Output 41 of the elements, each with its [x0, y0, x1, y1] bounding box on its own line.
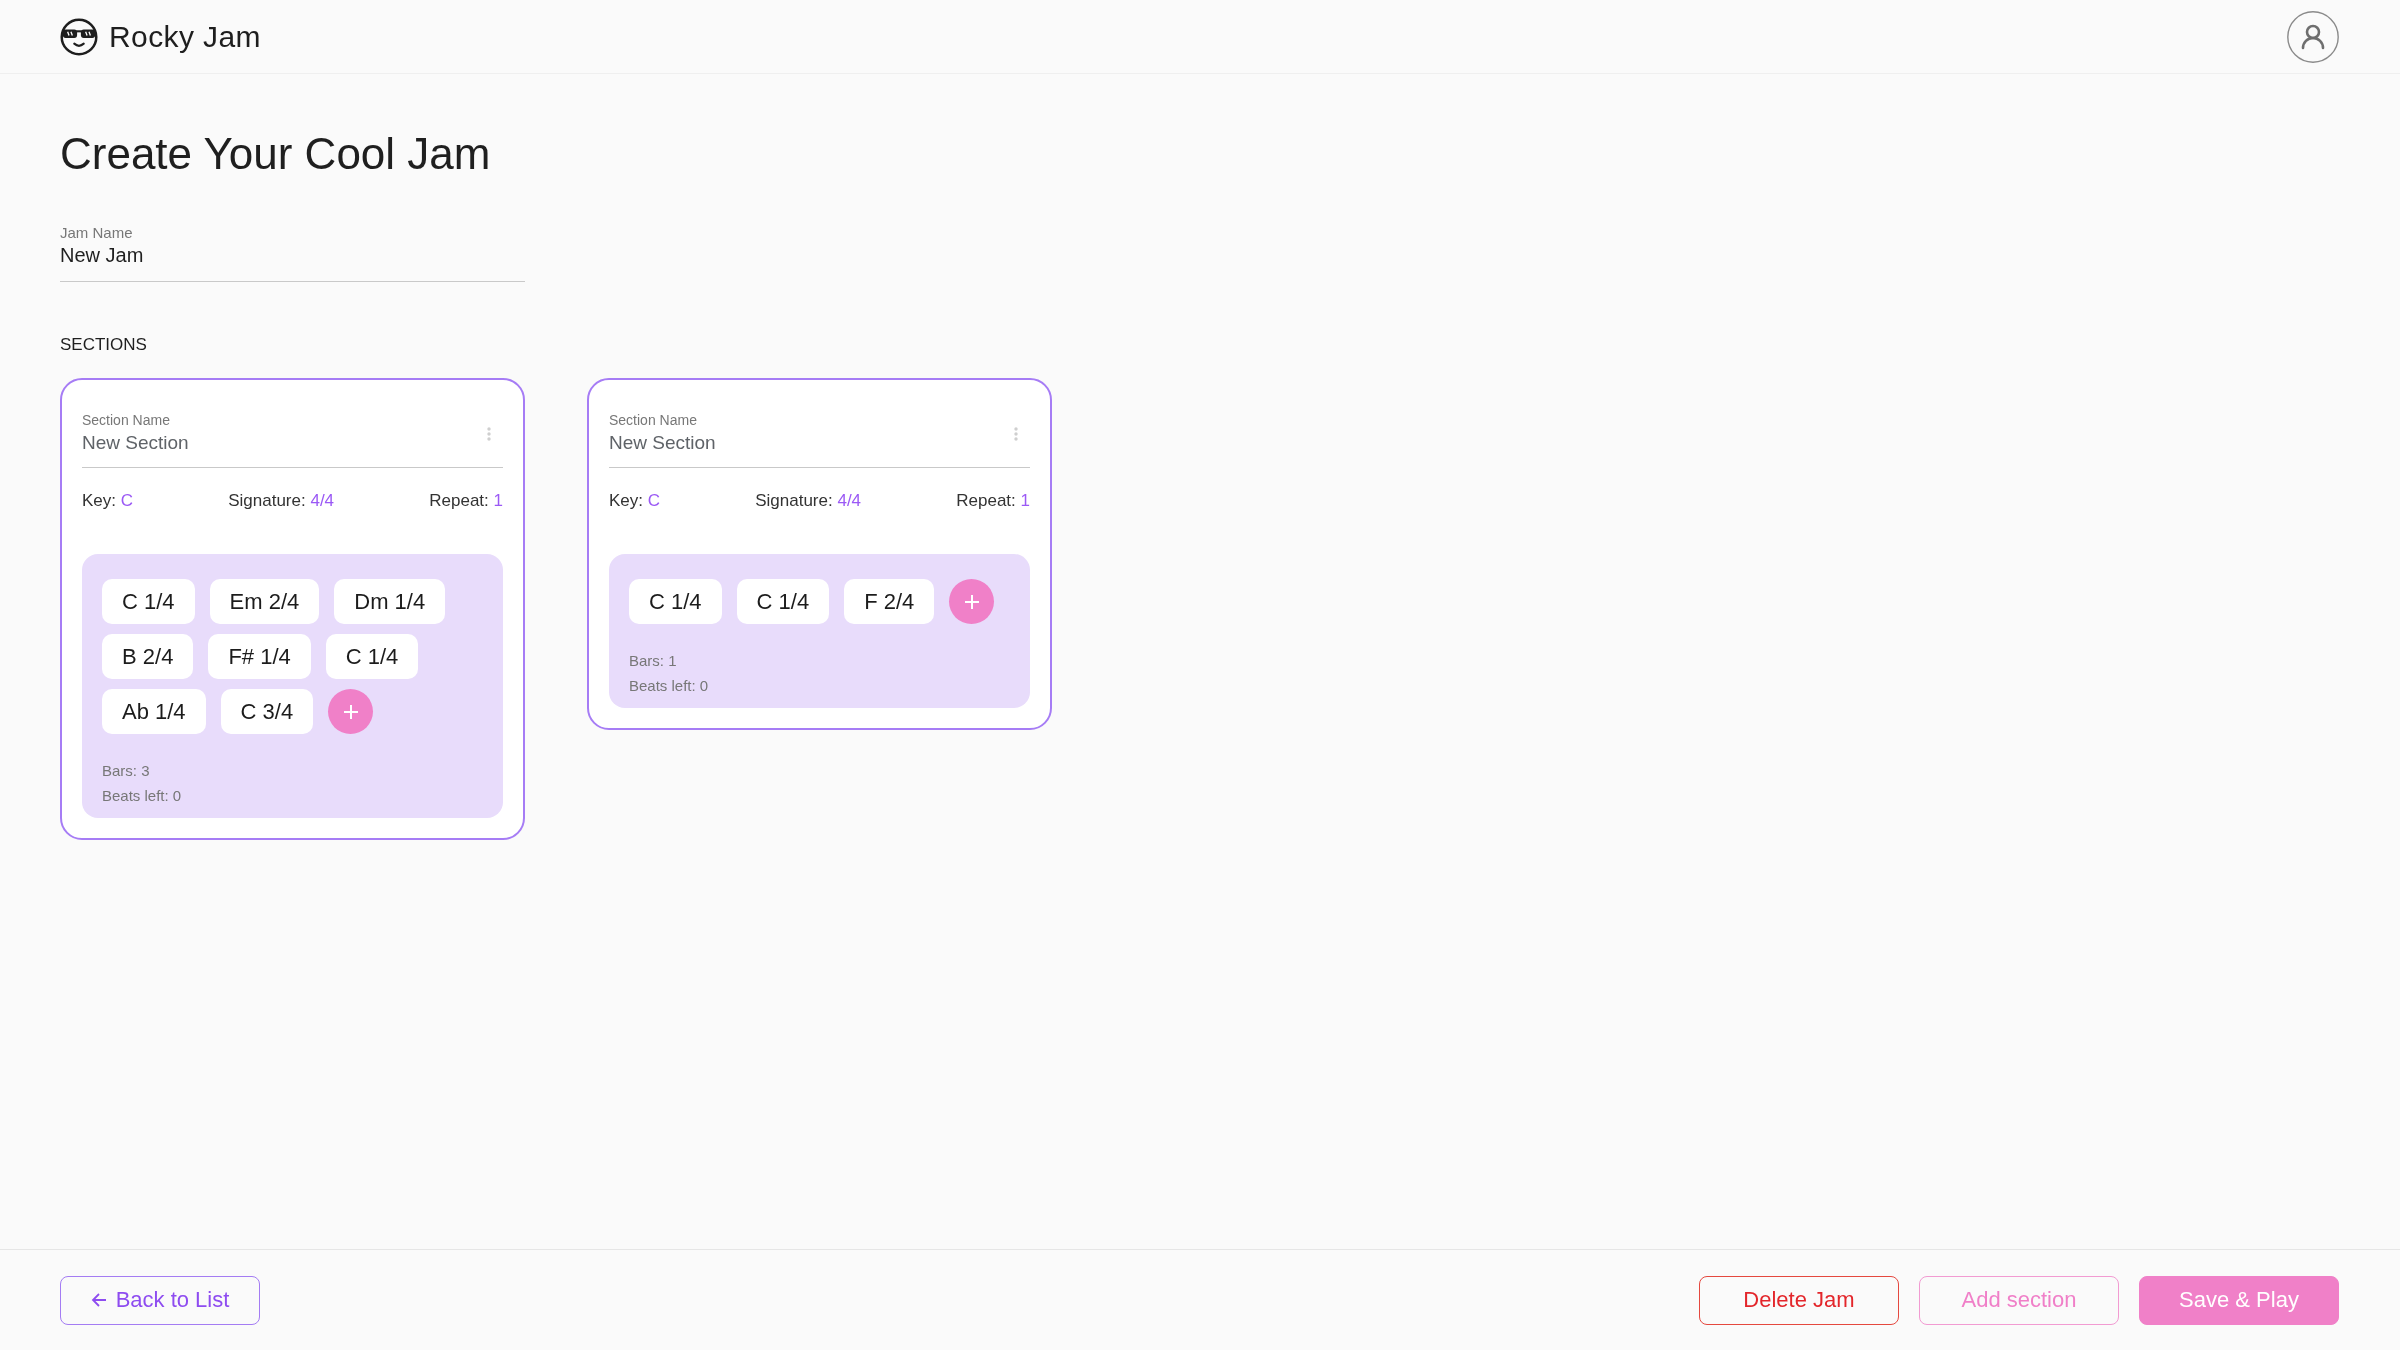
delete-button[interactable]: Delete Jam [1699, 1275, 1899, 1325]
chord-chip[interactable]: F# 1/4 [208, 634, 311, 679]
sections-heading: SECTIONS [60, 335, 147, 355]
add-chord-button[interactable] [328, 689, 374, 734]
chord-chip[interactable]: B 2/4 [102, 634, 194, 679]
section-setting[interactable]: Signature: 4/4 [755, 491, 862, 511]
section-name-input[interactable]: New Section [609, 431, 1030, 468]
arrow-left-icon [90, 1292, 107, 1308]
beats-left-count: Beats left: 0 [629, 676, 709, 696]
field-label: Section Name [609, 412, 697, 429]
user-account-icon[interactable] [2287, 10, 2339, 63]
field-label: Jam Name [60, 224, 133, 242]
chord-chip[interactable]: C 1/4 [629, 579, 722, 624]
chord-chip[interactable]: F 2/4 [844, 579, 935, 624]
chord-chip[interactable]: Dm 1/4 [334, 579, 446, 624]
more-options-icon[interactable] [487, 427, 491, 441]
app-logo-text[interactable]: Rocky Jam [109, 19, 261, 54]
jam-name-input[interactable]: New Jam [60, 242, 525, 282]
sunglasses-face-icon [60, 17, 98, 56]
chord-chip[interactable]: C 1/4 [736, 579, 830, 624]
section-setting[interactable]: Key: C [609, 491, 661, 511]
plus-icon [963, 593, 980, 610]
chord-chip[interactable]: C 1/4 [102, 579, 195, 624]
field-label: Section Name [82, 412, 170, 429]
chord-chip[interactable]: C 3/4 [220, 689, 314, 734]
bars-count: Bars: 3 [102, 761, 150, 781]
add-chord-button[interactable] [949, 579, 995, 624]
plus-icon [342, 703, 359, 720]
section-setting[interactable]: Repeat: 1 [956, 491, 1030, 511]
back-button[interactable]: Back to List [60, 1275, 260, 1325]
section-name-input[interactable]: New Section [82, 431, 503, 468]
section-setting[interactable]: Signature: 4/4 [228, 491, 335, 511]
section-setting[interactable]: Repeat: 1 [429, 491, 503, 511]
section-setting[interactable]: Key: C [82, 491, 134, 511]
page-title: Create Your Cool Jam [60, 128, 491, 180]
chord-chip[interactable]: Em 2/4 [209, 579, 320, 624]
bars-count: Bars: 1 [629, 651, 677, 671]
chord-chip[interactable]: Ab 1/4 [102, 689, 206, 734]
beats-left-count: Beats left: 0 [102, 786, 182, 806]
chord-chip[interactable]: C 1/4 [325, 634, 419, 679]
more-options-icon[interactable] [1014, 427, 1018, 441]
